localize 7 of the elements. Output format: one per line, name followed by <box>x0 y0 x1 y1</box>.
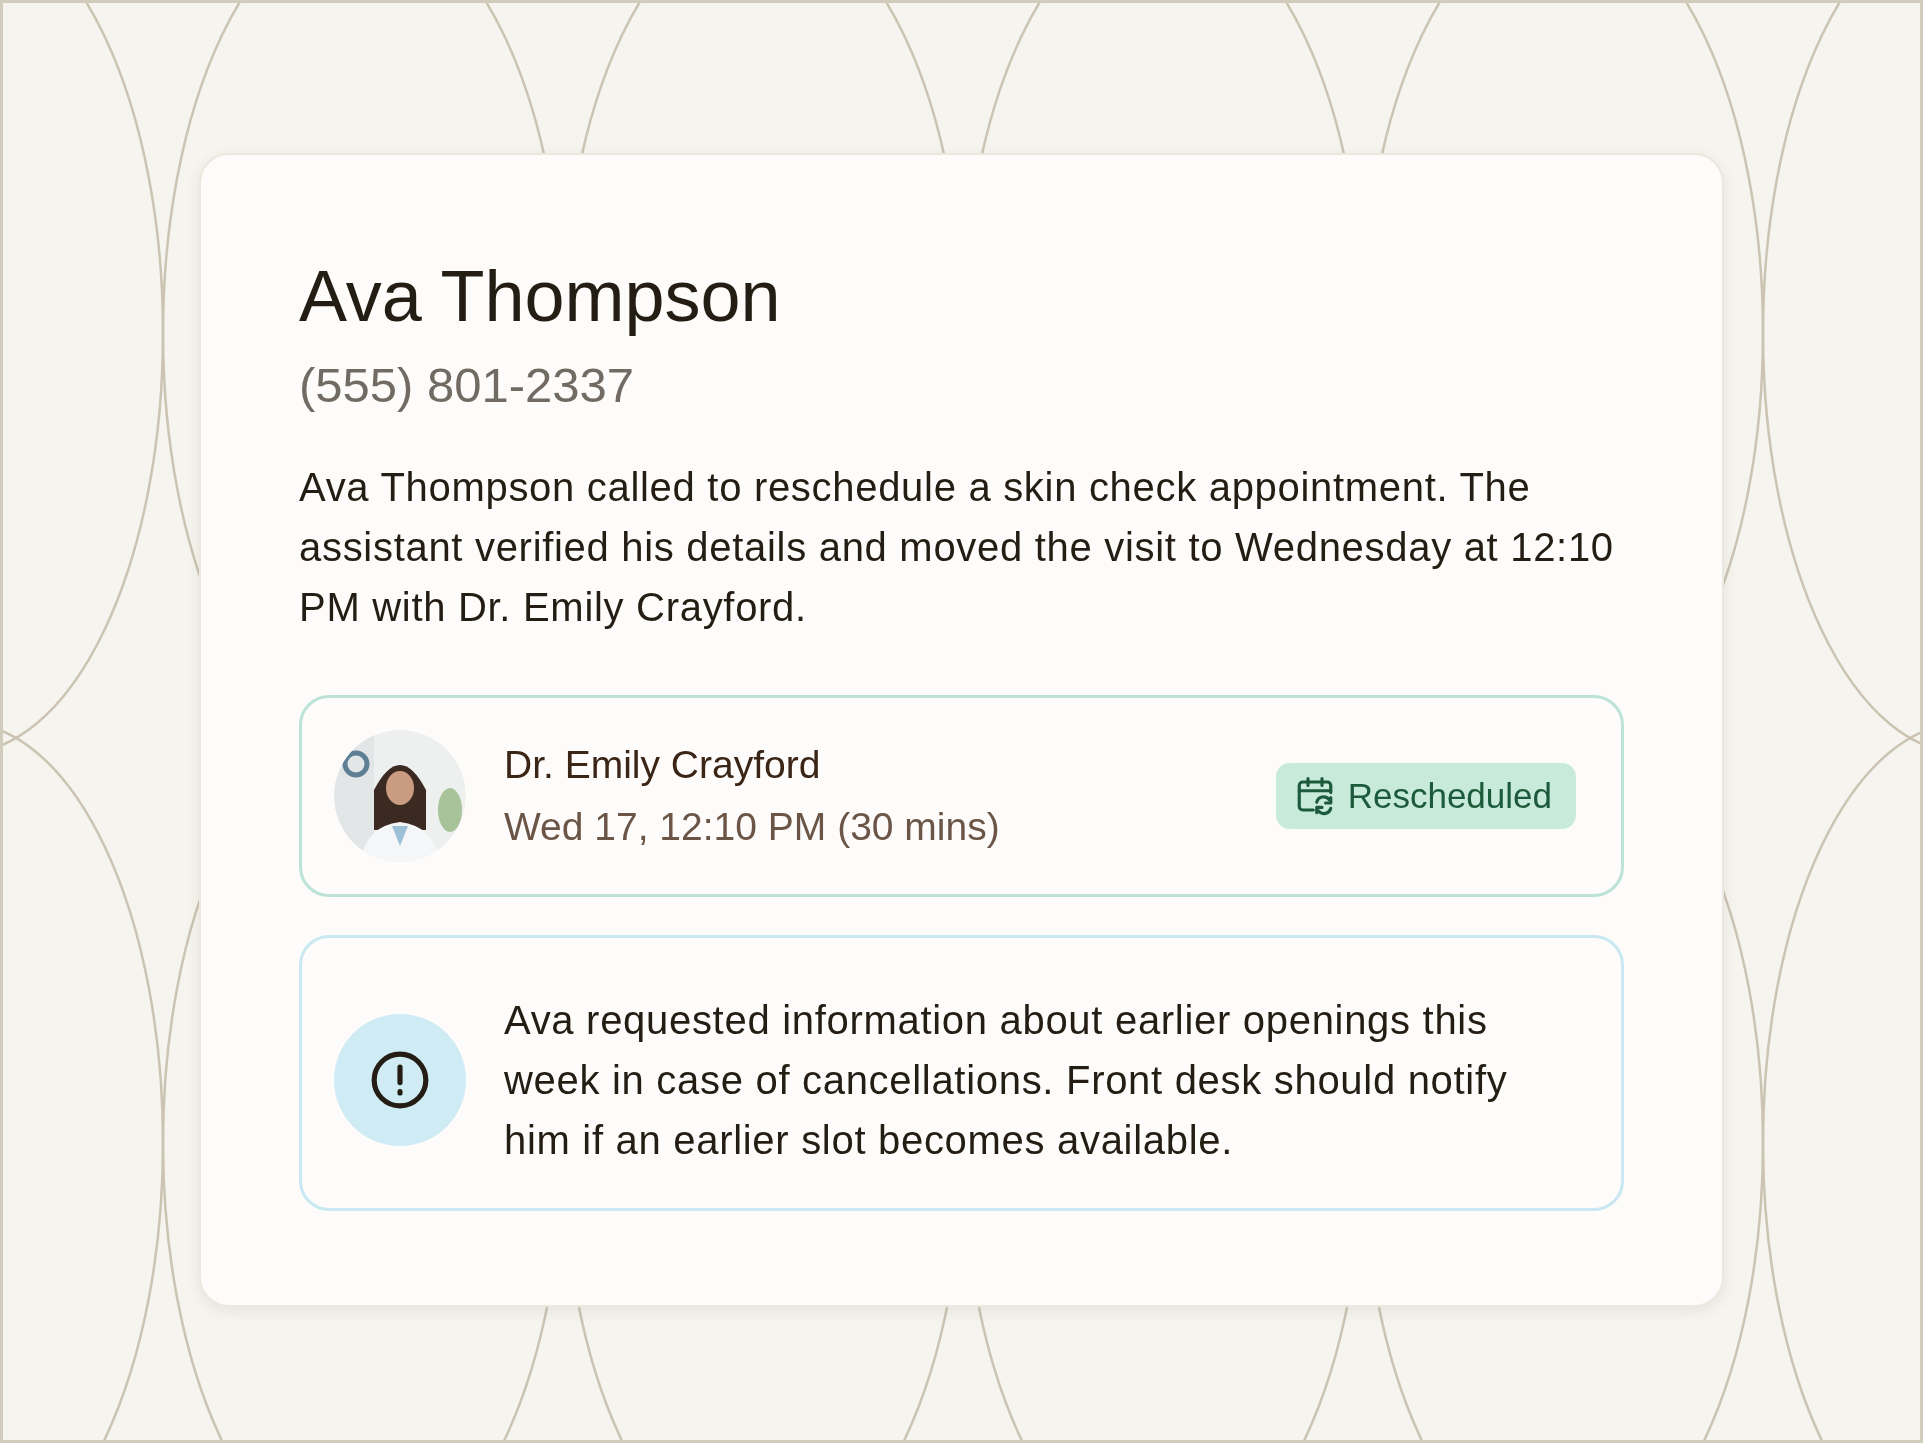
phone-number: (555) 801-2337 <box>299 357 636 414</box>
contact-name: Ava Thompson <box>299 255 782 338</box>
provider-name: Dr. Emily Crayford <box>504 743 822 788</box>
call-summary: Ava Thompson called to reschedule a skin check appointment. The assistant verified his details and moved the visit to Wednesday at 12:10 PM with Dr. Emily Crayford. <box>299 464 1615 632</box>
appointment-time: Wed 17, 12:10 PM (30 mins) <box>504 805 1001 850</box>
status-label: Rescheduled <box>1347 776 1552 817</box>
note-text: Ava requested information about earlier openings this week in case of cancellations. Front desk should notify him if an earlier slot becomes available. <box>504 997 1509 1165</box>
